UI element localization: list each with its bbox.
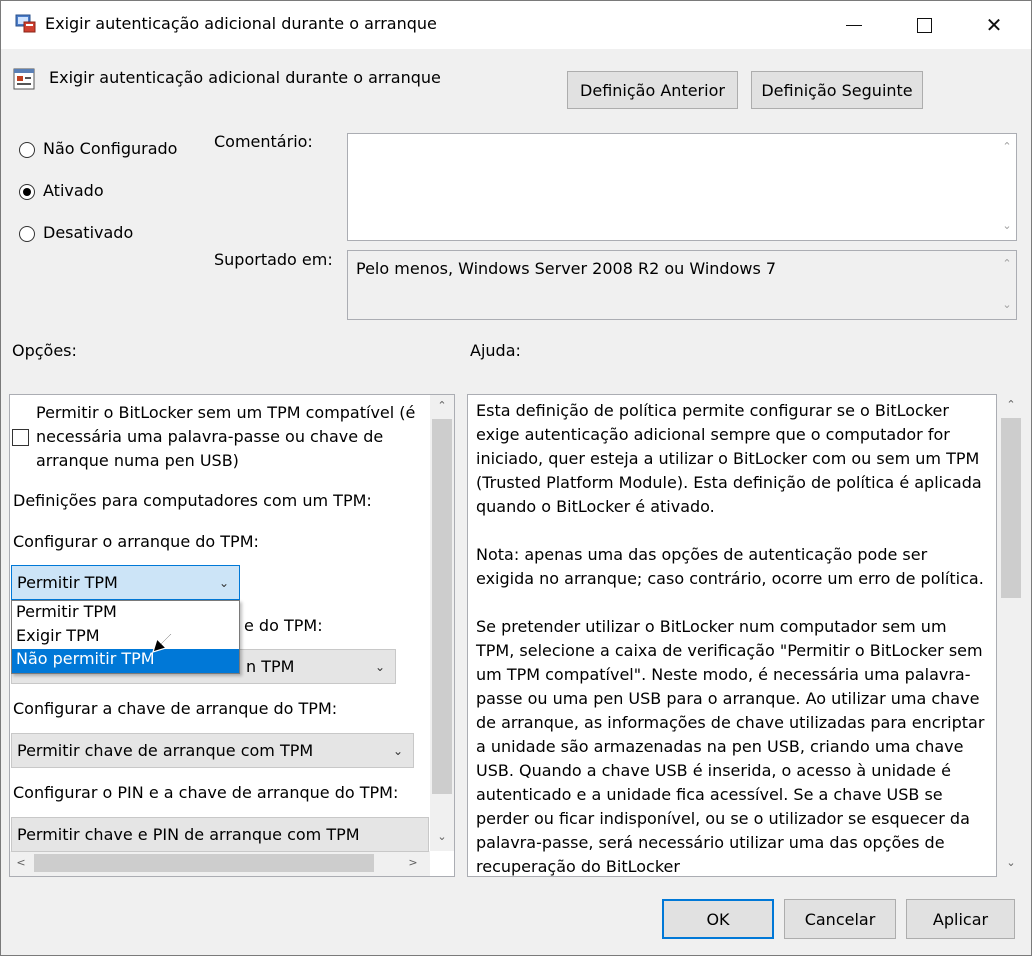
dropdown-option-require[interactable]: Exigir TPM	[12, 626, 239, 650]
help-paragraph: Nota: apenas uma das opções de autentica…	[476, 545, 984, 588]
scroll-down-icon[interactable]: ⌄	[998, 298, 1016, 311]
radio-disabled-label[interactable]: Desativado	[43, 223, 133, 242]
supported-label: Suportado em:	[214, 250, 333, 269]
dropdown-option-disallow[interactable]: Não permitir TPM	[12, 649, 239, 673]
title-bar: Exigir autenticação adicional durante o …	[1, 1, 1031, 49]
help-vscroll[interactable]: ⌃ ⌄	[999, 394, 1023, 877]
chevron-down-icon: ⌄	[218, 575, 229, 590]
scroll-thumb[interactable]	[432, 419, 452, 794]
help-panel: Esta definição de política permite confi…	[467, 394, 997, 877]
scroll-left-icon[interactable]: <	[12, 856, 30, 869]
supported-field: Pelo menos, Windows Server 2008 R2 ou Wi…	[347, 250, 1017, 320]
next-setting-button[interactable]: Definição Seguinte	[751, 71, 923, 109]
mouse-cursor-icon	[150, 632, 176, 654]
checkbox-label-line2[interactable]: necessária uma palavra-passe ou chave de	[36, 427, 383, 446]
app-icon	[15, 14, 37, 34]
hidden-label-tail: e do TPM:	[244, 616, 323, 635]
supported-value: Pelo menos, Windows Server 2008 R2 ou Wi…	[356, 259, 777, 278]
radio-enabled-label[interactable]: Ativado	[43, 181, 104, 200]
chevron-down-icon: ⌄	[392, 743, 403, 758]
help-paragraph: Esta definição de política permite confi…	[476, 401, 982, 516]
pin-key-combo[interactable]: Permitir chave e PIN de arranque com TPM	[11, 817, 429, 852]
comment-field[interactable]: ⌃ ⌄	[347, 133, 1017, 241]
chevron-down-icon: ⌄	[374, 659, 385, 674]
apply-label: Aplicar	[932, 909, 989, 929]
tpm-startup-dropdown[interactable]: Permitir TPM Exigir TPM Não permitir TPM	[11, 600, 240, 674]
checkbox-label-line3[interactable]: arranque numa pen USB)	[36, 451, 239, 470]
checkbox-allow-without-tpm[interactable]	[12, 429, 29, 446]
pin-key-value: Permitir chave e PIN de arranque com TPM	[17, 825, 360, 844]
scroll-down-icon[interactable]: ⌄	[433, 830, 451, 843]
ok-button[interactable]: OK	[662, 899, 774, 939]
help-text: Esta definição de política permite confi…	[476, 399, 988, 876]
radio-disabled[interactable]	[19, 226, 35, 242]
tpm-startup-combo[interactable]: Permitir TPM ⌄	[11, 565, 240, 600]
scroll-up-icon[interactable]: ⌃	[998, 257, 1016, 270]
options-hscroll[interactable]: < >	[10, 851, 430, 876]
scroll-up-icon[interactable]: ⌃	[1002, 398, 1020, 411]
maximize-icon	[916, 17, 932, 33]
supported-scrollbar[interactable]: ⌃ ⌄	[998, 251, 1016, 319]
scroll-up-icon[interactable]: ⌃	[433, 399, 451, 412]
policy-icon	[13, 67, 35, 91]
tpm-heading: Definições para computadores com um TPM:	[13, 491, 372, 510]
comment-scrollbar[interactable]: ⌃ ⌄	[998, 134, 1016, 240]
window-title: Exigir autenticação adicional durante o …	[45, 14, 437, 33]
startup-key-label: Configurar a chave de arranque do TPM:	[13, 699, 338, 718]
help-title: Ajuda:	[470, 341, 521, 360]
policy-dialog: Exigir autenticação adicional durante o …	[0, 0, 1032, 956]
cancel-label: Cancelar	[804, 909, 876, 929]
tpm-startup-label: Configurar o arranque do TPM:	[13, 532, 259, 551]
options-panel: ⌃ ⌄ < > Permitir o BitLocker sem um TPM …	[9, 394, 455, 877]
checkbox-label-line1[interactable]: Permitir o BitLocker sem um TPM compatív…	[36, 403, 415, 422]
hscroll-thumb[interactable]	[34, 854, 374, 872]
tpm-startup-value: Permitir TPM	[17, 573, 118, 592]
dropdown-option-allow[interactable]: Permitir TPM	[12, 602, 239, 626]
pin-key-label: Configurar o PIN e a chave de arranque d…	[13, 783, 399, 802]
comment-label: Comentário:	[214, 132, 313, 151]
previous-setting-label: Definição Anterior	[580, 80, 725, 100]
apply-button[interactable]: Aplicar	[906, 899, 1015, 939]
next-setting-label: Definição Seguinte	[761, 80, 913, 100]
radio-not-configured-label[interactable]: Não Configurado	[43, 139, 177, 158]
options-vscroll[interactable]: ⌃ ⌄	[430, 395, 454, 851]
minimize-icon	[846, 24, 862, 26]
scroll-down-icon[interactable]: ⌄	[1002, 856, 1020, 869]
radio-enabled[interactable]	[19, 184, 35, 200]
help-paragraph: Se pretender utilizar o BitLocker num co…	[476, 617, 985, 876]
close-icon: ✕	[985, 13, 1003, 37]
cancel-button[interactable]: Cancelar	[784, 899, 896, 939]
maximize-button[interactable]	[889, 1, 959, 49]
close-button[interactable]: ✕	[959, 1, 1029, 49]
scroll-right-icon[interactable]: >	[404, 856, 422, 869]
options-title: Opções:	[12, 341, 77, 360]
startup-key-combo[interactable]: Permitir chave de arranque com TPM ⌄	[11, 733, 414, 768]
hidden-combo-tail: n TPM	[246, 657, 295, 676]
radio-not-configured[interactable]	[19, 142, 35, 158]
scroll-down-icon[interactable]: ⌄	[998, 219, 1016, 232]
scroll-thumb[interactable]	[1001, 418, 1021, 598]
policy-name: Exigir autenticação adicional durante o …	[49, 68, 441, 87]
ok-label: OK	[706, 909, 730, 929]
previous-setting-button[interactable]: Definição Anterior	[567, 71, 738, 109]
minimize-button[interactable]	[819, 1, 889, 49]
scroll-up-icon[interactable]: ⌃	[998, 140, 1016, 153]
startup-key-value: Permitir chave de arranque com TPM	[17, 741, 314, 760]
